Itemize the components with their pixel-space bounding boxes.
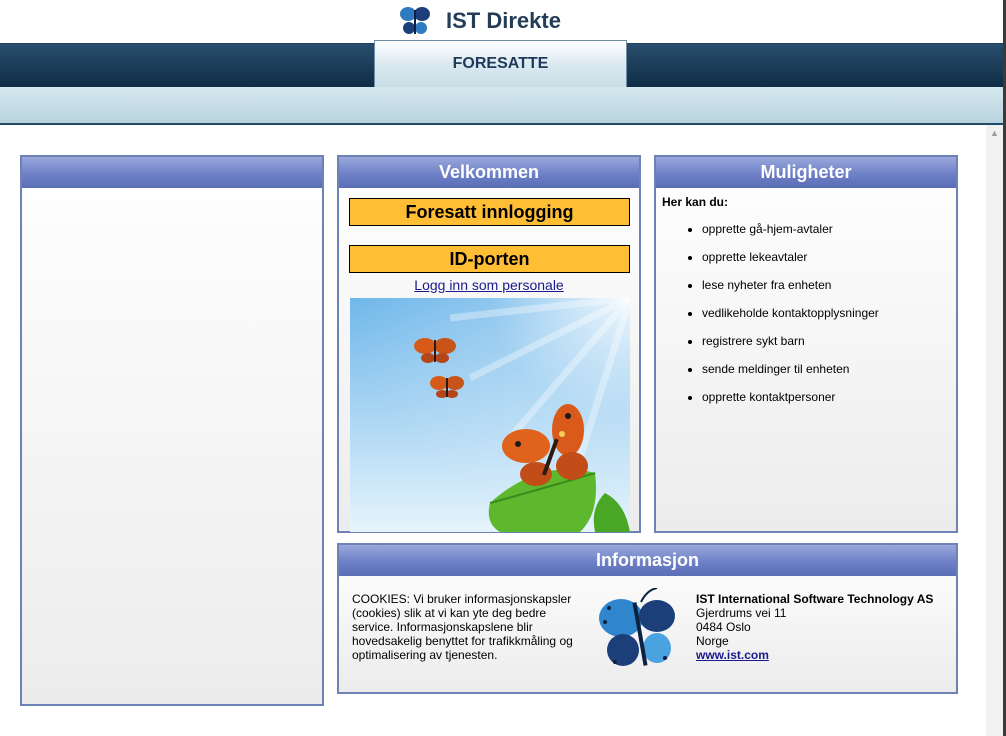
list-item: sende meldinger til enheten xyxy=(702,355,956,383)
welcome-panel-title: Velkommen xyxy=(339,157,639,188)
cookies-line: hovedsakelig benyttet for trafikkmåling … xyxy=(352,634,573,648)
vertical-scrollbar[interactable] xyxy=(986,125,1003,736)
cookies-line: (cookies) slik at vi kan yte deg bedre xyxy=(352,606,547,620)
list-item: lese nyheter fra enheten xyxy=(702,271,956,299)
info-panel: Informasjon COOKIES: Vi bruker informasj… xyxy=(337,543,958,694)
info-panel-title: Informasjon xyxy=(339,545,956,576)
app-logo-area: IST Direkte xyxy=(398,4,561,38)
options-intro: Her kan du: xyxy=(662,195,729,209)
scroll-up-arrow-icon[interactable]: ▲ xyxy=(986,125,1003,142)
left-panel xyxy=(20,155,324,706)
list-item: vedlikeholde kontaktopplysninger xyxy=(702,299,956,327)
company-name: IST International Software Technology AS xyxy=(696,592,934,606)
options-panel-title: Muligheter xyxy=(656,157,956,188)
cookies-line: optimalisering av tjenesten. xyxy=(352,648,498,662)
list-item: registrere sykt barn xyxy=(702,327,956,355)
company-contact: IST International Software Technology AS… xyxy=(696,592,933,662)
butterfly-logo-icon xyxy=(599,588,675,666)
company-city: 0484 Oslo xyxy=(696,620,751,634)
parent-login-button[interactable]: Foresatt innlogging xyxy=(349,198,630,226)
cookies-notice: COOKIES: Vi bruker informasjonskapsler (… xyxy=(352,592,582,662)
sub-nav-bar xyxy=(0,87,1003,125)
options-panel: Muligheter Her kan du: opprette gå-hjem-… xyxy=(654,155,958,533)
staff-login-link[interactable]: Logg inn som personale xyxy=(339,277,639,293)
company-website-link[interactable]: www.ist.com xyxy=(696,648,769,662)
list-item: opprette lekeavtaler xyxy=(702,243,956,271)
options-list: opprette gå-hjem-avtaler opprette lekeav… xyxy=(702,215,956,411)
tab-foresatte[interactable]: FORESATTE xyxy=(374,40,627,88)
top-header: IST Direkte xyxy=(0,0,1003,44)
list-item: opprette gå-hjem-avtaler xyxy=(702,215,956,243)
left-panel-header xyxy=(22,157,322,188)
app-title: IST Direkte xyxy=(446,8,561,33)
idporten-login-button[interactable]: ID-porten xyxy=(349,245,630,273)
cookies-line: service. Informasjonskapslene blir xyxy=(352,620,533,634)
welcome-panel: Velkommen Foresatt innlogging ID-porten … xyxy=(337,155,641,533)
butterflies-hero-image xyxy=(350,298,630,532)
cookies-line: COOKIES: Vi bruker informasjonskapsler xyxy=(352,592,572,606)
company-country: Norge xyxy=(696,634,729,648)
list-item: opprette kontaktpersoner xyxy=(702,383,956,411)
butterfly-logo-icon xyxy=(400,7,430,34)
company-street: Gjerdrums vei 11 xyxy=(696,606,787,620)
